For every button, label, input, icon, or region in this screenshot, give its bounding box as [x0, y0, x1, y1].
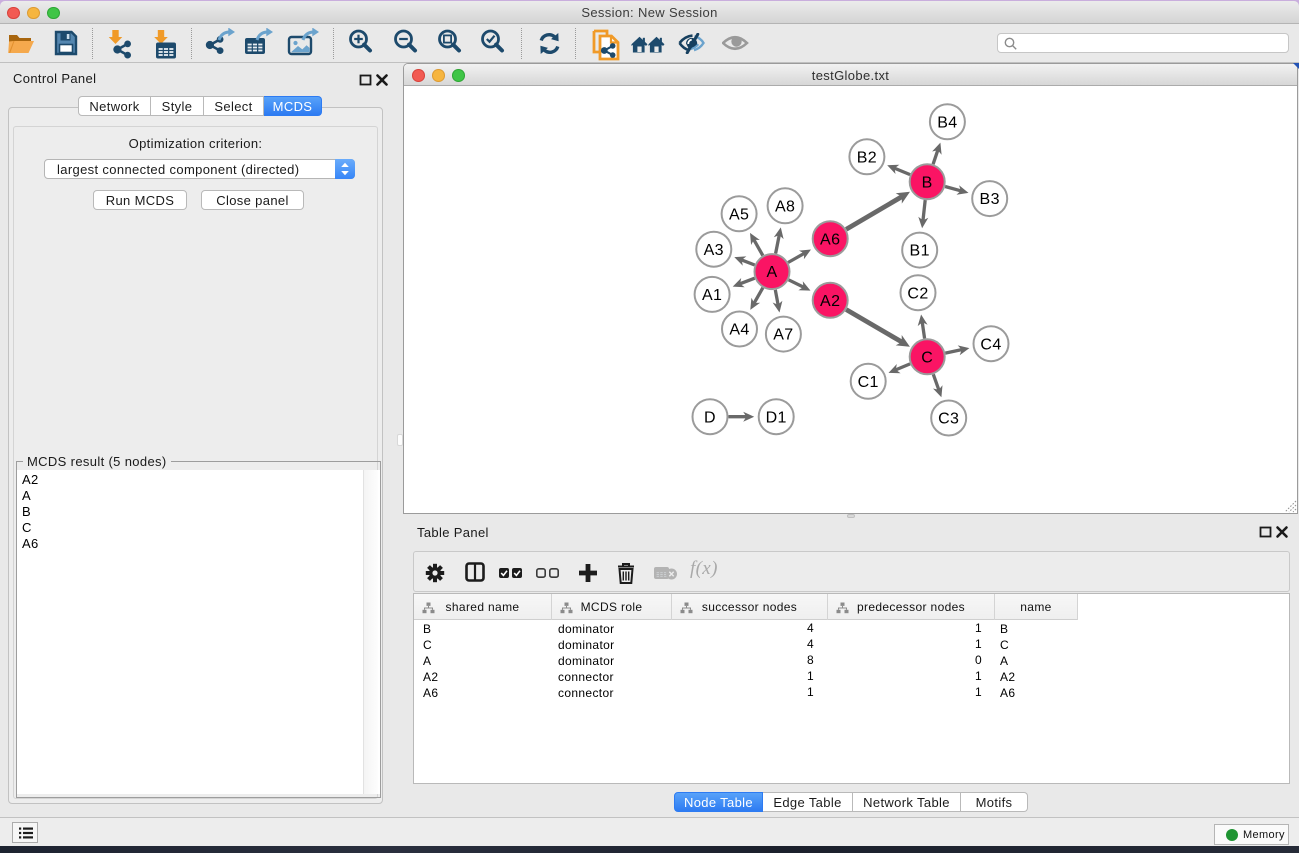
svg-text:A: A	[766, 264, 777, 281]
svg-text:A6: A6	[820, 231, 840, 248]
svg-text:C: C	[921, 349, 933, 366]
svg-text:C2: C2	[907, 285, 928, 302]
svg-text:B3: B3	[980, 191, 1000, 208]
svg-text:B1: B1	[910, 243, 930, 260]
svg-text:B: B	[922, 174, 933, 191]
svg-text:C3: C3	[938, 411, 959, 428]
svg-text:D: D	[704, 409, 716, 426]
svg-text:A3: A3	[704, 242, 724, 259]
svg-text:A4: A4	[729, 322, 749, 339]
svg-text:C1: C1	[858, 374, 879, 391]
svg-text:B2: B2	[857, 149, 877, 166]
svg-text:A8: A8	[775, 198, 795, 215]
svg-text:D1: D1	[766, 409, 787, 426]
svg-text:A5: A5	[729, 206, 749, 223]
svg-text:A1: A1	[702, 287, 722, 304]
svg-text:B4: B4	[937, 114, 957, 131]
svg-text:A2: A2	[820, 293, 840, 310]
svg-text:A7: A7	[773, 327, 793, 344]
svg-text:C4: C4	[980, 336, 1001, 353]
